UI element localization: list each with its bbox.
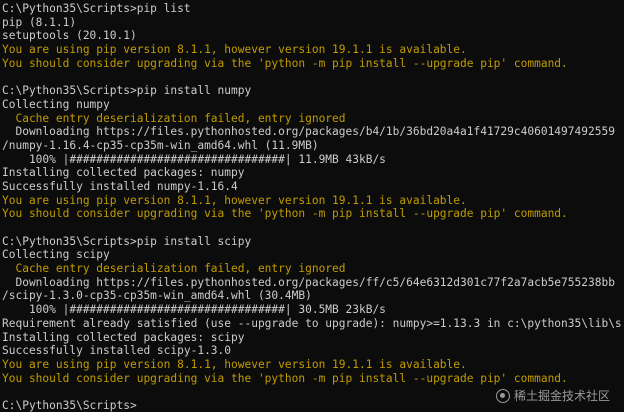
text-cursor <box>137 399 144 410</box>
terminal-line-text: You should consider upgrading via the 'p… <box>2 207 568 221</box>
terminal-output-line: Requirement already satisfied (use --upg… <box>2 317 624 331</box>
terminal-output-line: Installing collected packages: scipy <box>2 331 624 345</box>
terminal-output-line: Cache entry deserialization failed, entr… <box>2 262 624 276</box>
terminal-line-text: 100% |################################| … <box>2 152 386 166</box>
terminal-output-line: pip (8.1.1) <box>2 16 624 30</box>
terminal-line-text: You should consider upgrading via the 'p… <box>2 56 568 70</box>
terminal-line-text: Installing collected packages: scipy <box>2 330 245 344</box>
terminal-line-text: /scipy-1.3.0-cp35-cp35m-win_amd64.whl (3… <box>2 289 312 303</box>
terminal-line-text: You are using pip version 8.1.1, however… <box>2 193 467 207</box>
terminal-line-text: 100% |################################| … <box>2 303 386 317</box>
terminal-output-line: You are using pip version 8.1.1, however… <box>2 194 624 208</box>
terminal-line-text: Successfully installed numpy-1.16.4 <box>2 179 238 193</box>
terminal-line-text: C:\Python35\Scripts>pip install scipy <box>2 234 252 248</box>
terminal-output-line: You are using pip version 8.1.1, however… <box>2 358 624 372</box>
terminal-output-line: Successfully installed scipy-1.3.0 <box>2 344 624 358</box>
terminal-line-text: Cache entry deserialization failed, entr… <box>2 111 346 125</box>
terminal-output-line: C:\Python35\Scripts>pip install scipy <box>2 235 624 249</box>
terminal-line-text: /numpy-1.16.4-cp35-cp35m-win_amd64.whl (… <box>2 138 319 152</box>
terminal-line-text: You are using pip version 8.1.1, however… <box>2 357 467 371</box>
terminal-line-text: Collecting numpy <box>2 97 110 111</box>
terminal-output-line: You are using pip version 8.1.1, however… <box>2 43 624 57</box>
terminal-output-line: setuptools (20.10.1) <box>2 29 624 43</box>
terminal-line-text: Requirement already satisfied (use --upg… <box>2 316 622 330</box>
terminal-line-text: You are using pip version 8.1.1, however… <box>2 43 467 57</box>
terminal-output-line: /numpy-1.16.4-cp35-cp35m-win_amd64.whl (… <box>2 139 624 153</box>
terminal-line-text: setuptools (20.10.1) <box>2 29 137 43</box>
watermark: 稀土掘金技术社区 <box>495 387 610 404</box>
terminal-line-text: Collecting scipy <box>2 248 110 262</box>
terminal-output-line: Downloading https://files.pythonhosted.o… <box>2 276 624 290</box>
terminal-line-text: Downloading https://files.pythonhosted.o… <box>2 125 615 139</box>
terminal-line-text: Cache entry deserialization failed, entr… <box>2 262 346 276</box>
terminal-output-line: You should consider upgrading via the 'p… <box>2 207 624 221</box>
terminal-output-line: Successfully installed numpy-1.16.4 <box>2 180 624 194</box>
terminal-output-line: 100% |################################| … <box>2 303 624 317</box>
terminal-window[interactable]: C:\Python35\Scripts>pip list pip (8.1.1) s… <box>0 0 624 412</box>
juejin-logo-icon <box>495 388 510 403</box>
watermark-text: 稀土掘金技术社区 <box>513 389 610 403</box>
terminal-line-text: C:\Python35\Scripts>pip list <box>2 2 191 15</box>
terminal-output-line: You should consider upgrading via the 'p… <box>2 372 624 386</box>
terminal-line-text: Successfully installed scipy-1.3.0 <box>2 344 232 358</box>
terminal-line-text: You should consider upgrading via the 'p… <box>2 371 568 385</box>
terminal-output-line: Collecting scipy <box>2 248 624 262</box>
terminal-line-text: C:\Python35\Scripts>pip install numpy <box>2 84 252 98</box>
terminal-line-text: C:\Python35\Scripts> <box>2 398 137 412</box>
terminal-line-text: Installing collected packages: numpy <box>2 166 245 180</box>
terminal-output-line: C:\Python35\Scripts>pip list <box>2 2 624 16</box>
terminal-output-line: C:\Python35\Scripts>pip install numpy <box>2 84 624 98</box>
terminal-output-line: Installing collected packages: numpy <box>2 166 624 180</box>
terminal-output-line: You should consider upgrading via the 'p… <box>2 57 624 71</box>
terminal-line-text: Downloading https://files.pythonhosted.o… <box>2 275 615 289</box>
terminal-output-line: 100% |################################| … <box>2 153 624 167</box>
terminal-line-text: pip (8.1.1) <box>2 15 77 29</box>
terminal-output-line: Collecting numpy <box>2 98 624 112</box>
terminal-output-line: Downloading https://files.pythonhosted.o… <box>2 125 624 139</box>
terminal-output-line: /scipy-1.3.0-cp35-cp35m-win_amd64.whl (3… <box>2 289 624 303</box>
terminal-output-line: Cache entry deserialization failed, entr… <box>2 112 624 126</box>
